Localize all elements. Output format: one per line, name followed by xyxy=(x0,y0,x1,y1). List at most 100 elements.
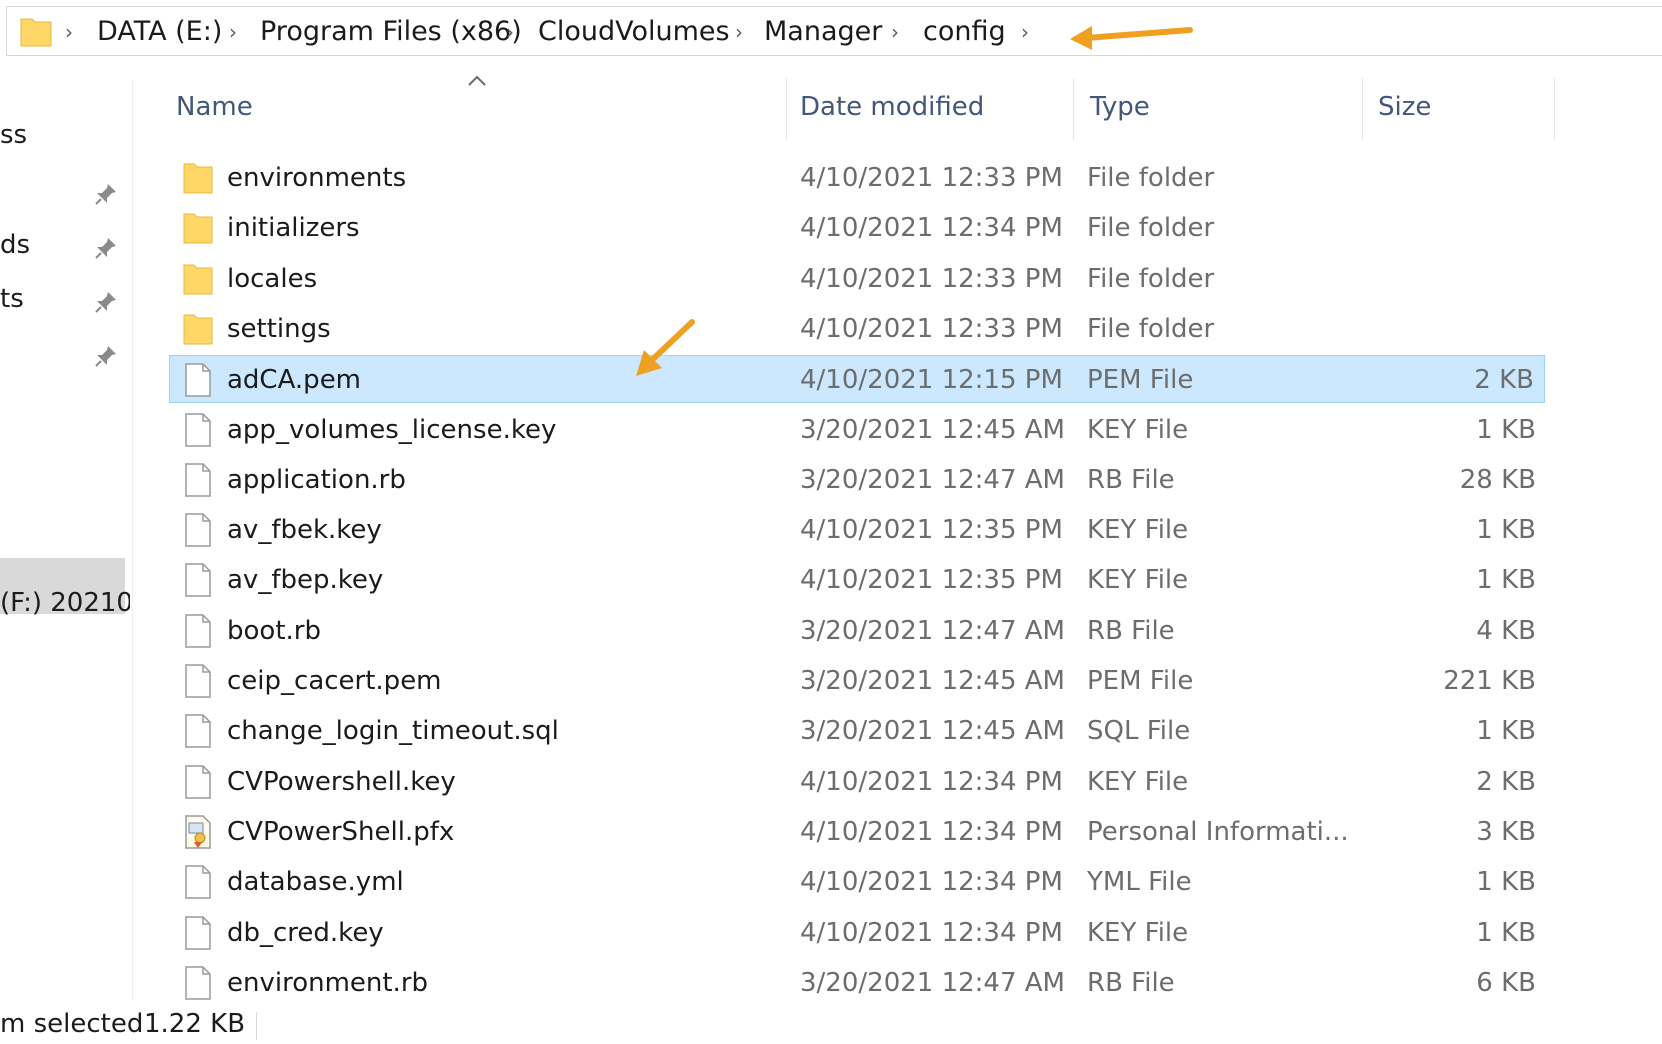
file-size: 2 KB xyxy=(1474,365,1534,396)
column-header-size[interactable]: Size xyxy=(1378,76,1431,138)
nav-item-downloads[interactable]: ds xyxy=(0,230,30,260)
file-date-modified: 4/10/2021 12:15 PM xyxy=(800,365,1063,396)
file-icon xyxy=(182,663,214,703)
column-header-name[interactable]: Name xyxy=(176,76,253,138)
file-row[interactable]: initializers 4/10/2021 12:34 PM File folde… xyxy=(170,204,1546,252)
breadcrumb-manager[interactable]: Manager xyxy=(764,7,882,57)
nav-item-quick-access[interactable]: ss xyxy=(0,120,27,150)
file-name: application.rb xyxy=(227,464,406,495)
file-name: environment.rb xyxy=(227,967,429,998)
file-row[interactable]: application.rb 3/20/2021 12:47 AM RB File 2… xyxy=(170,456,1546,504)
file-row[interactable]: locales 4/10/2021 12:33 PM File folder xyxy=(170,255,1546,303)
chevron-right-icon[interactable]: › xyxy=(891,7,899,57)
file-row[interactable]: av_fbek.key 4/10/2021 12:35 PM KEY File 1 K… xyxy=(170,506,1546,554)
chevron-right-icon[interactable]: › xyxy=(735,7,743,57)
chevron-right-icon[interactable]: › xyxy=(229,7,237,57)
file-icon xyxy=(182,512,214,552)
file-row[interactable]: CVPowerShell.pfx 4/10/2021 12:34 PM Person… xyxy=(170,808,1546,856)
file-name: CVPowerShell.pfx xyxy=(227,816,455,847)
column-header-type[interactable]: Type xyxy=(1090,76,1150,138)
file-type: SQL File xyxy=(1087,716,1191,747)
file-row[interactable]: environments 4/10/2021 12:33 PM File folde… xyxy=(170,154,1546,202)
file-type: KEY File xyxy=(1087,515,1189,546)
file-type: File folder xyxy=(1087,163,1215,193)
file-icon xyxy=(182,713,214,753)
breadcrumb-data-drive[interactable]: DATA (E:) xyxy=(97,7,222,57)
file-row[interactable]: settings 4/10/2021 12:33 PM File folder xyxy=(170,305,1546,353)
file-row[interactable]: ceip_cacert.pem 3/20/2021 12:45 AM PEM Fil… xyxy=(170,657,1546,705)
chevron-right-icon[interactable]: › xyxy=(65,7,73,57)
file-row[interactable]: app_volumes_license.key 3/20/2021 12:45 A… xyxy=(170,406,1546,454)
file-name: CVPowershell.key xyxy=(227,766,456,797)
file-date-modified: 4/10/2021 12:35 PM xyxy=(800,565,1063,596)
file-name: locales xyxy=(227,263,318,294)
file-name: boot.rb xyxy=(227,615,321,646)
file-row[interactable]: CVPowershell.key 4/10/2021 12:34 PM KEY Fi… xyxy=(170,758,1546,806)
file-name: initializers xyxy=(227,213,360,244)
file-row[interactable]: av_fbep.key 4/10/2021 12:35 PM KEY File 1 K… xyxy=(170,556,1546,604)
file-icon xyxy=(182,764,214,804)
breadcrumb-program-files[interactable]: Program Files (x86) xyxy=(260,7,522,57)
sort-ascending-icon xyxy=(467,72,487,91)
breadcrumb-config[interactable]: config xyxy=(923,7,1006,57)
file-type: File folder xyxy=(1087,263,1215,294)
folder-icon xyxy=(182,261,214,301)
column-divider[interactable] xyxy=(786,78,787,140)
file-date-modified: 3/20/2021 12:47 AM xyxy=(800,615,1065,646)
file-name: environments xyxy=(227,163,407,193)
file-type: YML File xyxy=(1087,867,1192,898)
file-row[interactable]: boot.rb 3/20/2021 12:47 AM RB File 4 KB xyxy=(170,607,1546,655)
file-date-modified: 3/20/2021 12:45 AM xyxy=(800,414,1065,445)
annotation-arrow-icon xyxy=(636,319,695,376)
pin-icon[interactable] xyxy=(94,182,118,210)
file-row[interactable]: adCA.pem 4/10/2021 12:15 PM PEM File 2 KB xyxy=(169,355,1545,404)
file-date-modified: 3/20/2021 12:47 AM xyxy=(800,464,1065,495)
nav-item-drive-f[interactable]: (F:) 202103 xyxy=(0,588,130,618)
file-size: 28 KB xyxy=(1459,464,1536,495)
file-date-modified: 4/10/2021 12:34 PM xyxy=(800,816,1063,847)
column-divider[interactable] xyxy=(1362,78,1363,140)
file-row[interactable]: environment.rb 3/20/2021 12:47 AM RB File 6… xyxy=(170,959,1546,1007)
file-type: KEY File xyxy=(1087,917,1189,948)
column-divider[interactable] xyxy=(1554,78,1555,140)
file-date-modified: 3/20/2021 12:45 AM xyxy=(800,716,1065,747)
column-header-date-modified[interactable]: Date modified xyxy=(800,76,984,138)
pin-icon[interactable] xyxy=(94,344,118,372)
folder-icon xyxy=(182,210,214,250)
column-divider[interactable] xyxy=(1073,78,1074,140)
file-name: app_volumes_license.key xyxy=(227,414,557,445)
breadcrumb-cloudvolumes[interactable]: CloudVolumes xyxy=(538,7,730,57)
file-date-modified: 4/10/2021 12:33 PM xyxy=(800,163,1063,193)
file-type: PEM File xyxy=(1087,365,1194,396)
file-icon xyxy=(182,412,214,452)
file-size: 6 KB xyxy=(1476,967,1536,998)
file-date-modified: 4/10/2021 12:33 PM xyxy=(800,263,1063,294)
file-size: 1 KB xyxy=(1476,917,1536,948)
file-row[interactable]: change_login_timeout.sql 3/20/2021 12:45 … xyxy=(170,707,1546,755)
file-name: av_fbep.key xyxy=(227,565,384,596)
chevron-right-icon[interactable]: › xyxy=(1021,7,1029,57)
chevron-right-icon[interactable]: › xyxy=(506,7,514,57)
file-date-modified: 3/20/2021 12:47 AM xyxy=(800,967,1065,998)
file-icon xyxy=(182,362,214,402)
file-row[interactable]: db_cred.key 4/10/2021 12:34 PM KEY File 1 K… xyxy=(170,909,1546,957)
pin-icon[interactable] xyxy=(94,290,118,318)
file-size: 4 KB xyxy=(1476,615,1536,646)
file-type: RB File xyxy=(1087,464,1175,495)
file-date-modified: 4/10/2021 12:34 PM xyxy=(800,867,1063,898)
folder-icon xyxy=(182,160,214,200)
certificate-icon xyxy=(182,814,214,854)
file-date-modified: 4/10/2021 12:33 PM xyxy=(800,313,1063,344)
status-divider xyxy=(256,1012,257,1040)
file-row[interactable]: database.yml 4/10/2021 12:34 PM YML File 1 … xyxy=(170,858,1546,906)
file-date-modified: 4/10/2021 12:35 PM xyxy=(800,515,1063,546)
file-name: settings xyxy=(227,313,331,344)
file-icon xyxy=(182,965,214,1005)
navigation-pane[interactable]: ss ds ts (F:) 202103 xyxy=(0,58,130,1002)
nav-item-documents[interactable]: ts xyxy=(0,284,24,314)
pin-icon[interactable] xyxy=(94,236,118,264)
file-size: 3 KB xyxy=(1476,816,1536,847)
file-icon xyxy=(182,462,214,502)
address-bar[interactable]: › DATA (E:) › Program Files (x86) › Clou… xyxy=(6,6,1662,56)
file-type: PEM File xyxy=(1087,666,1194,696)
